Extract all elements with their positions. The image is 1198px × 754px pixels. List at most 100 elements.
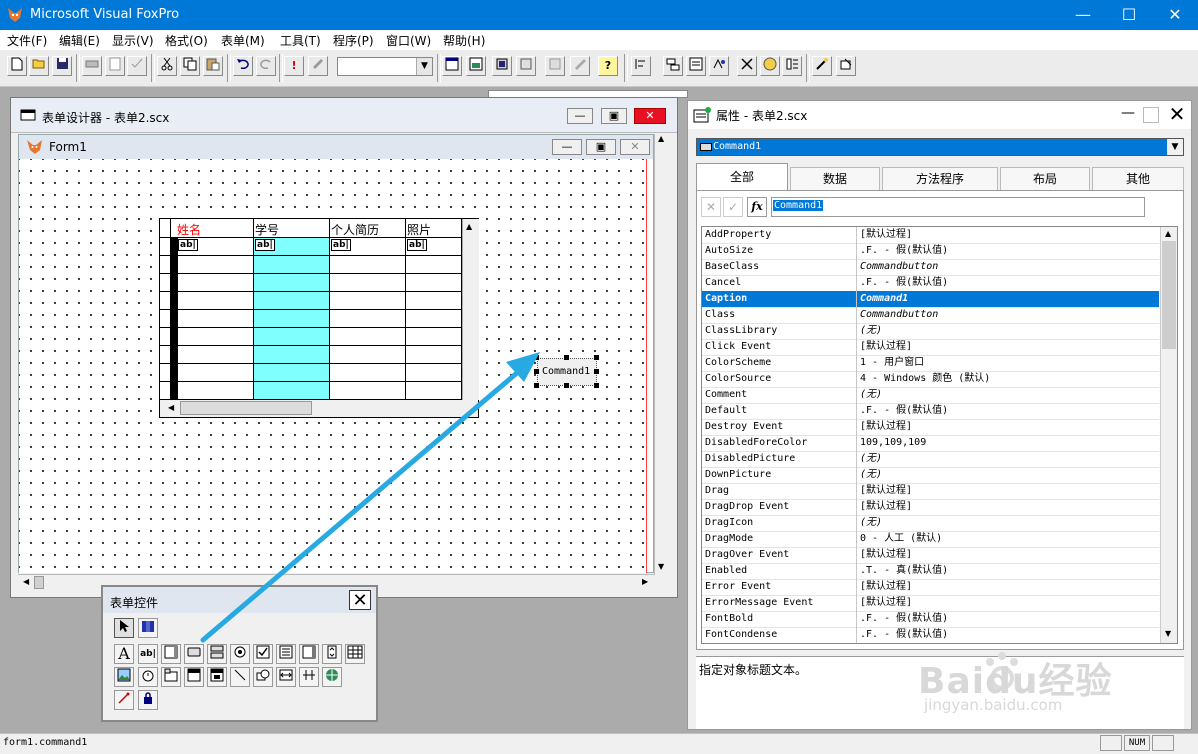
tab-data[interactable]: 数据 <box>790 167 880 191</box>
spinner-tool-icon[interactable] <box>322 644 342 664</box>
property-row[interactable]: ColorScheme 1 - 用户窗口 <box>702 355 1159 372</box>
property-row[interactable]: ClassLibrary (无) <box>702 323 1159 340</box>
selection-handle[interactable] <box>594 383 599 388</box>
help-icon[interactable]: ? <box>598 56 618 76</box>
builder-lock-icon[interactable] <box>114 690 134 710</box>
property-value-input[interactable]: Command1 <box>771 197 1145 217</box>
property-row[interactable]: Class Commandbutton <box>702 307 1159 324</box>
property-row[interactable]: Click Event [默认过程] <box>702 339 1159 356</box>
designer-minimize-button[interactable]: — <box>567 108 593 124</box>
database-combobox[interactable]: ▼ <box>337 57 433 76</box>
selection-handle[interactable] <box>564 383 569 388</box>
modify-icon[interactable] <box>308 56 328 76</box>
layout-toolbar-icon[interactable] <box>782 56 802 76</box>
scroll-thumb[interactable] <box>34 576 44 589</box>
chevron-down-icon[interactable]: ▼ <box>416 58 432 75</box>
properties-title-bar[interactable]: 属性 - 表单2.scx — ✕ <box>688 101 1191 129</box>
shape-tool-icon[interactable] <box>253 667 273 687</box>
cut-icon[interactable] <box>157 56 177 76</box>
option-group-tool-icon[interactable] <box>230 644 250 664</box>
scroll-up-icon[interactable]: ▲ <box>658 134 664 143</box>
grid-vertical-scrollbar[interactable]: ▲ <box>462 219 479 400</box>
command-group-tool-icon[interactable] <box>207 644 227 664</box>
property-row[interactable]: ErrorMessage Event [默认过程] <box>702 595 1159 612</box>
form-controls-title-bar[interactable]: 表单控件 ✕ <box>103 587 376 613</box>
label-designer-icon[interactable] <box>570 56 590 76</box>
print-preview-icon[interactable] <box>105 56 125 76</box>
property-row[interactable]: DragMode 0 - 人工 (默认) <box>702 531 1159 548</box>
run-icon[interactable]: ! <box>284 56 304 76</box>
menu-view[interactable]: 显示(V) <box>112 32 154 49</box>
combobox-tool-icon[interactable] <box>276 644 296 664</box>
scroll-right-icon[interactable]: ▶ <box>642 577 648 586</box>
property-row[interactable]: Drag [默认过程] <box>702 483 1159 500</box>
designer-vertical-scrollbar[interactable]: ▲ ▼ <box>654 134 671 575</box>
selection-handle[interactable] <box>594 369 599 374</box>
command-window-icon[interactable] <box>442 56 462 76</box>
scroll-up-icon[interactable]: ▲ <box>466 222 472 231</box>
line-tool-icon[interactable] <box>230 667 250 687</box>
tab-methods[interactable]: 方法程序 <box>882 167 998 191</box>
close-button[interactable]: ✕ <box>1152 0 1198 30</box>
layout-icon[interactable] <box>663 56 683 76</box>
selection-handle[interactable] <box>534 355 539 360</box>
scroll-down-icon[interactable]: ▼ <box>658 562 664 571</box>
redo-icon[interactable] <box>256 56 276 76</box>
listbox-tool-icon[interactable] <box>299 644 319 664</box>
property-row[interactable]: DragDrop Event [默认过程] <box>702 499 1159 516</box>
form-controls-close-button[interactable]: ✕ <box>349 590 371 611</box>
selection-handle[interactable] <box>534 383 539 388</box>
scroll-left-icon[interactable]: ◀ <box>168 403 174 412</box>
scroll-thumb[interactable] <box>180 401 312 415</box>
report-designer-icon[interactable] <box>545 56 565 76</box>
tab-other[interactable]: 其他 <box>1092 167 1184 191</box>
separator-tool-icon[interactable] <box>299 667 319 687</box>
menu-form[interactable]: 表单(M) <box>221 32 265 49</box>
grid-tool-icon[interactable] <box>345 644 365 664</box>
align-icon[interactable] <box>631 56 651 76</box>
property-row[interactable]: FontBold .F. - 假(默认值) <box>702 611 1159 628</box>
selection-handle[interactable] <box>594 355 599 360</box>
new-file-icon[interactable] <box>7 56 27 76</box>
properties-maximize-button[interactable] <box>1143 107 1159 123</box>
menu-file[interactable]: 文件(F) <box>7 32 47 49</box>
property-row[interactable]: Cancel .F. - 假(默认值) <box>702 275 1159 292</box>
minimize-button[interactable]: — <box>1060 0 1106 30</box>
command1-button[interactable]: Command1 <box>537 358 597 386</box>
timer-tool-icon[interactable] <box>138 667 158 687</box>
property-row[interactable]: Error Event [默认过程] <box>702 579 1159 596</box>
form1-minimize-button[interactable]: — <box>552 139 582 155</box>
property-row[interactable]: DragOver Event [默认过程] <box>702 547 1159 564</box>
select-pointer-icon[interactable] <box>114 618 134 638</box>
property-row[interactable]: BaseClass Commandbutton <box>702 259 1159 276</box>
object-selector[interactable]: Command1 ▼ <box>696 138 1184 156</box>
menu-program[interactable]: 程序(P) <box>333 32 374 49</box>
spell-check-icon[interactable] <box>127 56 147 76</box>
accept-edit-icon[interactable]: ✓ <box>723 197 743 217</box>
data-session-icon[interactable] <box>466 56 486 76</box>
menu-help[interactable]: 帮助(H) <box>443 32 485 49</box>
properties-close-button[interactable]: ✕ <box>1166 103 1188 125</box>
grid-horizontal-scrollbar[interactable]: ◀ <box>160 400 478 417</box>
pageframe-tool-icon[interactable] <box>161 667 181 687</box>
menu-edit[interactable]: 编辑(E) <box>59 32 100 49</box>
color-palette-icon[interactable] <box>760 56 780 76</box>
designer-close-button[interactable]: ✕ <box>634 108 666 124</box>
editbox-tool-icon[interactable] <box>161 644 181 664</box>
ole-container-tool-icon[interactable] <box>184 667 204 687</box>
property-row[interactable]: Comment (无) <box>702 387 1159 404</box>
properties-icon[interactable] <box>686 56 706 76</box>
menu-tools[interactable]: 工具(T) <box>280 32 321 49</box>
designer-restore-button[interactable]: ▣ <box>601 108 627 124</box>
chevron-down-icon[interactable]: ▼ <box>1167 139 1183 155</box>
paste-icon[interactable] <box>203 56 223 76</box>
property-row[interactable]: Default .F. - 假(默认值) <box>702 403 1159 420</box>
form1-title-bar[interactable]: Form1 — ▣ ✕ <box>19 135 653 159</box>
form1-close-button[interactable]: ✕ <box>620 139 650 155</box>
code-icon[interactable] <box>709 56 729 76</box>
property-row[interactable]: Enabled .T. - 真(默认值) <box>702 563 1159 580</box>
property-row[interactable]: DisabledPicture (无) <box>702 451 1159 468</box>
selection-handle[interactable] <box>564 355 569 360</box>
property-row[interactable]: DragIcon (无) <box>702 515 1159 532</box>
property-row[interactable]: Destroy Event [默认过程] <box>702 419 1159 436</box>
